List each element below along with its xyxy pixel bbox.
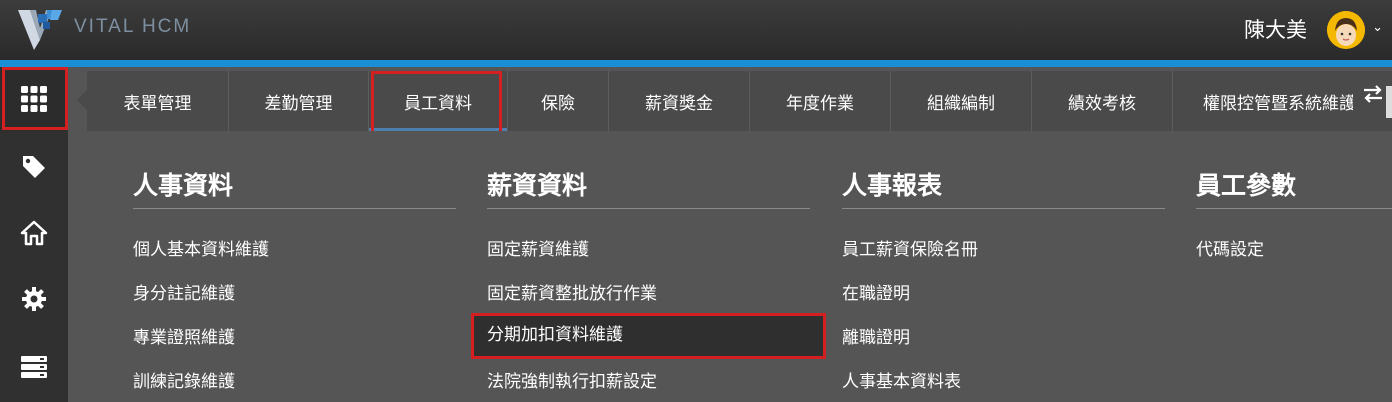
apps-button-highlight [2,67,68,130]
sidebar-settings-button[interactable] [0,267,68,331]
menu-col-title-payroll-data: 薪資資料 [487,171,588,200]
tag-icon [23,156,45,178]
tab-organization[interactable]: 組織編制 [891,71,1032,131]
menu-col-title-hr-reports: 人事報表 [842,171,943,200]
sidebar-tag-button[interactable] [0,135,68,199]
menu-item[interactable]: 人事基本資料表 [842,367,961,392]
menu-item[interactable]: 員工薪資保險名冊 [842,235,978,260]
user-name[interactable]: 陳大美 [1244,14,1307,44]
sidebar-server-button[interactable] [0,335,68,399]
menu-item[interactable]: 固定薪資維護 [487,235,589,260]
tab-performance[interactable]: 績效考核 [1032,71,1173,131]
menu-col-divider [1196,208,1392,209]
user-avatar[interactable] [1327,11,1365,49]
menu-item[interactable]: 專業證照維護 [133,323,235,348]
tab-insurance[interactable]: 保險 [508,71,609,131]
top-bar: VITAL HCM 陳大美 ⌄ [0,0,1392,60]
menu-item[interactable]: 訓練記錄維護 [133,367,235,392]
menu-col-title-employee-params: 員工參數 [1196,171,1297,200]
installment-item-highlight [471,313,826,359]
menu-col-divider [842,208,1165,209]
menu-col-divider [487,208,810,209]
menu-item[interactable]: 法院強制執行扣薪設定 [487,367,657,392]
menu-item[interactable]: 個人基本資料維護 [133,235,269,260]
tab-scroll-edge [1386,86,1392,118]
avatar-face-icon [1327,11,1365,49]
menu-col-title-hr-data: 人事資料 [133,171,234,200]
menu-col-divider [133,208,456,209]
tab-forms[interactable]: 表單管理 [87,71,229,131]
tab-annual-tasks[interactable]: 年度作業 [750,71,891,131]
user-menu-chevron-icon[interactable]: ⌄ [1372,20,1383,35]
menu-caret [77,90,87,110]
header-accent-line [0,60,1392,67]
server-icon [21,356,47,378]
brand-name: VITAL HCM [74,16,192,37]
menu-item[interactable]: 離職證明 [842,323,910,348]
home-icon [20,220,48,246]
tab-permissions[interactable]: 權限控管暨系統維護 [1173,71,1353,131]
sidebar-home-button[interactable] [0,201,68,265]
vital-logo[interactable] [18,6,64,50]
tab-payroll[interactable]: 薪資獎金 [609,71,750,131]
tab-attendance[interactable]: 差勤管理 [229,71,369,131]
menu-item[interactable]: 固定薪資整批放行作業 [487,279,657,304]
swap-arrows-icon [1364,85,1382,103]
gear-icon [22,287,46,311]
employee-data-tab-highlight [371,71,502,137]
menu-item[interactable]: 在職證明 [842,279,910,304]
menu-item[interactable]: 代碼設定 [1196,235,1264,260]
menu-item[interactable]: 身分註記維護 [133,279,235,304]
tab-scroll-button[interactable] [1362,84,1384,108]
tab-bar: 表單管理 差勤管理 員工資料 保險 薪資獎金 年度作業 組織編制 績效考核 權限… [87,71,1392,131]
